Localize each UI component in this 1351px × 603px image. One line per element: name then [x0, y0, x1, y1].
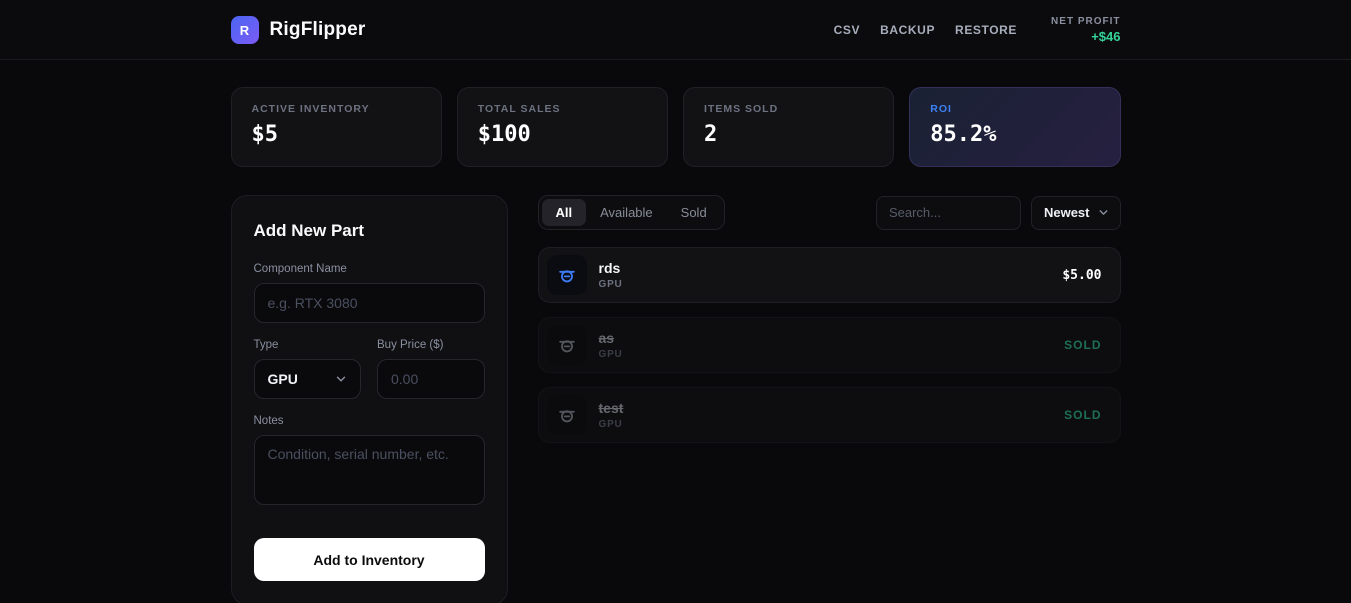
- item-price: $5.00: [1062, 267, 1102, 283]
- inventory-section: All Available Sold Newest: [537, 195, 1121, 457]
- buy-price-label: Buy Price ($): [377, 339, 444, 351]
- item-type: GPU: [598, 419, 623, 431]
- stat-value: $5: [251, 122, 279, 147]
- app-logo: R: [230, 16, 259, 44]
- app-title: RigFlipper: [269, 19, 366, 40]
- chevron-down-icon: [336, 376, 346, 382]
- inventory-item-row[interactable]: rds GPU $5.00: [537, 247, 1121, 303]
- item-type: GPU: [598, 349, 623, 361]
- stat-value: 85.2%: [930, 122, 997, 147]
- tab-sold[interactable]: Sold: [667, 199, 721, 226]
- search-input[interactable]: [875, 195, 1021, 230]
- net-profit-label: NET PROFIT: [1051, 16, 1121, 27]
- panel-title: Add New Part: [253, 221, 365, 240]
- stat-card-total-sales: TOTAL SALES $100: [456, 87, 668, 167]
- net-profit: NET PROFIT +$46: [1051, 16, 1120, 44]
- add-to-inventory-button[interactable]: Add to Inventory: [253, 538, 485, 581]
- tab-all[interactable]: All: [541, 199, 587, 226]
- restore-button[interactable]: RESTORE: [955, 23, 1017, 37]
- net-profit-value: +$46: [1091, 29, 1121, 44]
- csv-button[interactable]: CSV: [834, 23, 860, 37]
- sold-badge: SOLD: [1064, 408, 1102, 422]
- stat-card-active-inventory: ACTIVE INVENTORY $5: [230, 87, 442, 167]
- app-header: R RigFlipper CSV BACKUP RESTORE NET PROF…: [0, 0, 1351, 60]
- component-name-label: Component Name: [253, 263, 347, 275]
- add-part-panel: Add New Part Component Name Type GPU Buy…: [230, 195, 508, 603]
- component-name-input[interactable]: [253, 283, 485, 323]
- sort-select[interactable]: Newest: [1030, 195, 1121, 230]
- backup-button[interactable]: BACKUP: [880, 23, 935, 37]
- buy-price-input[interactable]: [377, 359, 485, 399]
- chevron-down-icon: [1099, 210, 1107, 215]
- stat-label: ACTIVE INVENTORY: [251, 103, 370, 115]
- sold-badge: SOLD: [1064, 338, 1102, 352]
- notes-textarea[interactable]: [253, 435, 485, 505]
- inventory-item-row[interactable]: as GPU SOLD: [537, 317, 1121, 373]
- type-label: Type: [253, 339, 279, 351]
- gpu-icon: [546, 325, 587, 365]
- stats-row: ACTIVE INVENTORY $5 TOTAL SALES $100 ITE…: [230, 87, 1121, 167]
- stat-label: ITEMS SOLD: [704, 103, 779, 115]
- item-type: GPU: [598, 279, 623, 291]
- stat-value: $100: [477, 122, 531, 147]
- gpu-icon: [546, 395, 587, 435]
- tab-available[interactable]: Available: [586, 199, 667, 226]
- sort-select-value: Newest: [1043, 205, 1090, 220]
- gpu-icon: [546, 255, 587, 295]
- stat-value: 2: [704, 122, 718, 147]
- stat-card-items-sold: ITEMS SOLD 2: [683, 87, 895, 167]
- stat-label: ROI: [930, 103, 952, 115]
- inventory-list: rds GPU $5.00 as GPU SOLD test GPU SOLD: [537, 247, 1121, 443]
- type-select[interactable]: GPU: [253, 359, 361, 399]
- stat-label: TOTAL SALES: [477, 103, 561, 115]
- filter-tabs: All Available Sold: [537, 195, 725, 230]
- stat-card-roi: ROI 85.2%: [909, 87, 1121, 167]
- type-select-value: GPU: [267, 371, 298, 387]
- notes-label: Notes: [253, 415, 284, 427]
- item-name: test: [598, 399, 624, 416]
- item-name: rds: [598, 259, 621, 276]
- brand: R RigFlipper: [230, 16, 366, 44]
- item-name: as: [598, 329, 615, 346]
- inventory-item-row[interactable]: test GPU SOLD: [537, 387, 1121, 443]
